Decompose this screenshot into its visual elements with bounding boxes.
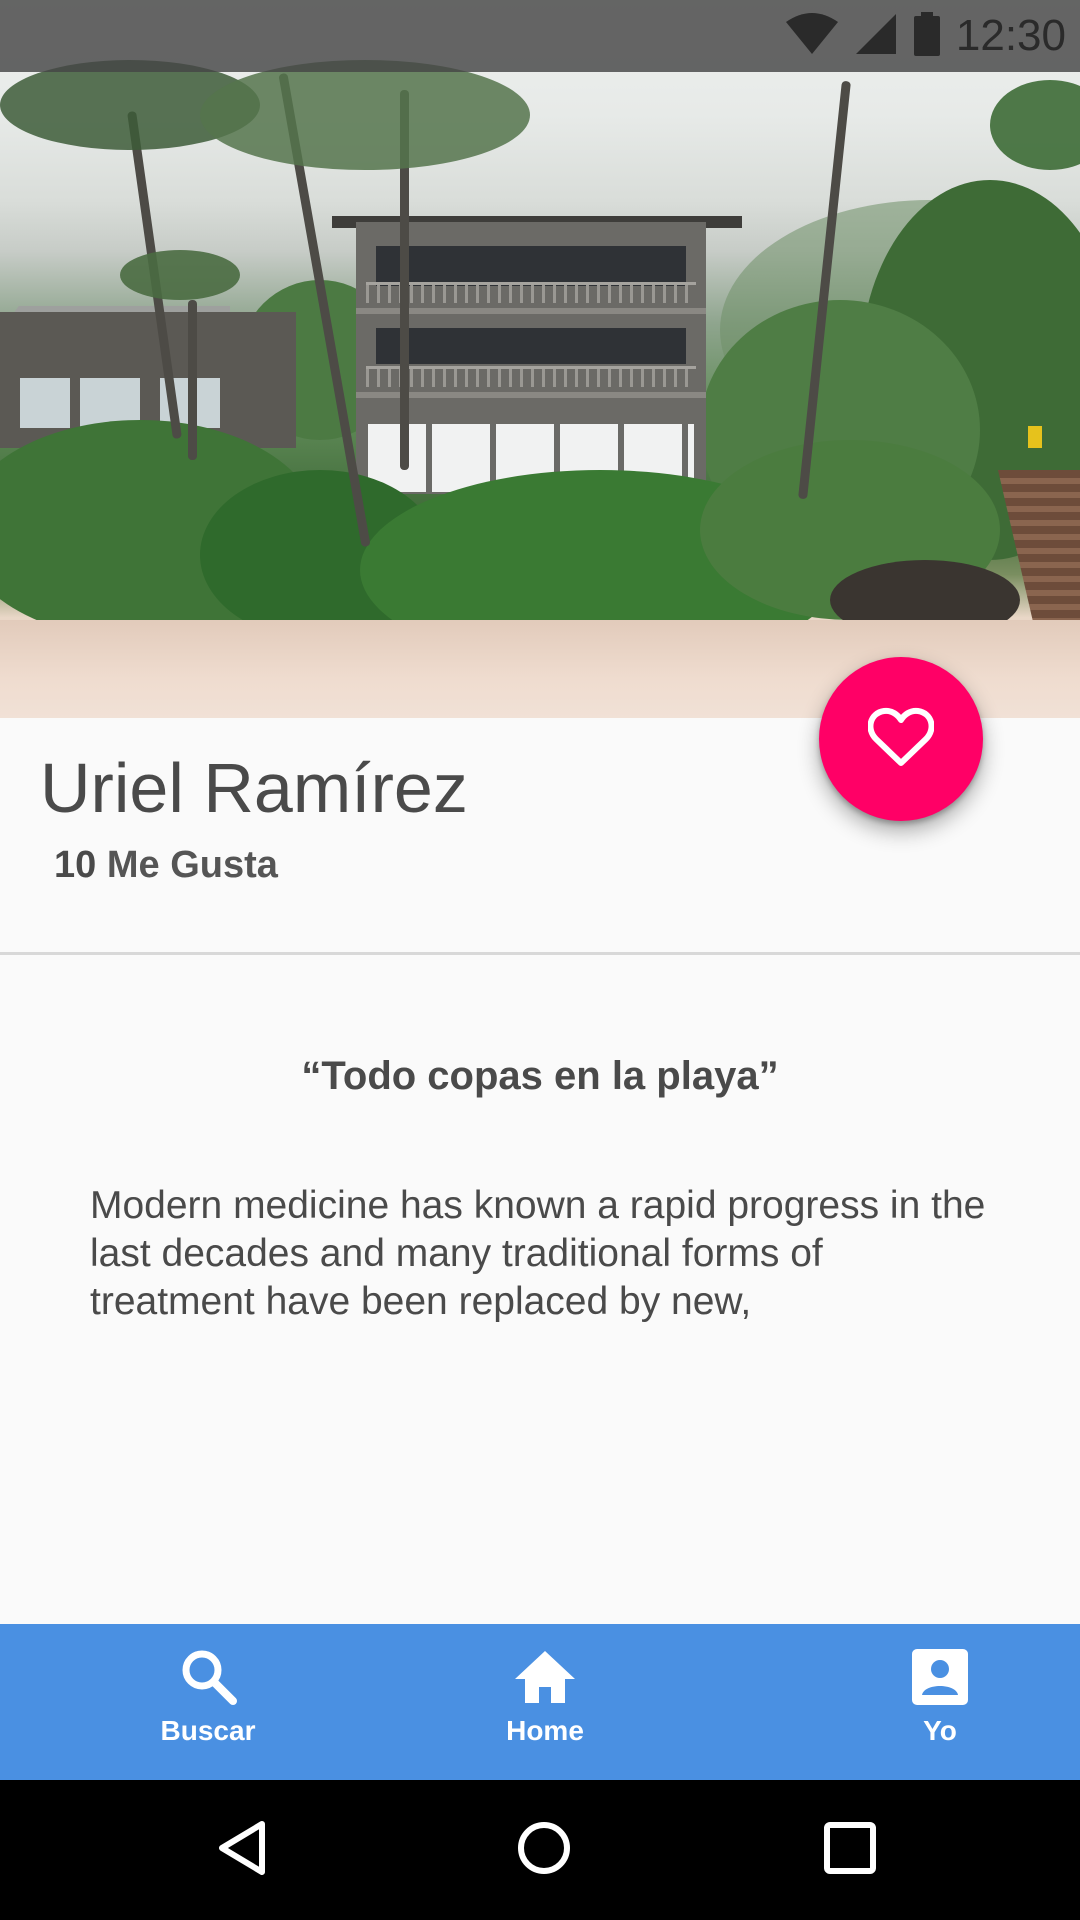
nav-item-yo[interactable]: Yo xyxy=(860,1624,1020,1780)
home-icon xyxy=(513,1649,577,1710)
account-box-icon xyxy=(912,1649,968,1710)
status-time: 12:30 xyxy=(955,11,1066,60)
back-button[interactable] xyxy=(194,1802,290,1898)
nav-item-buscar[interactable]: Buscar xyxy=(128,1624,288,1780)
recents-button[interactable] xyxy=(802,1802,898,1898)
home-circle-icon xyxy=(516,1820,572,1881)
nav-label-home: Home xyxy=(506,1715,584,1746)
nav-label-buscar: Buscar xyxy=(160,1715,256,1746)
back-icon xyxy=(214,1820,270,1881)
profile-name: Uriel Ramírez xyxy=(40,749,468,827)
like-fab-button[interactable] xyxy=(819,657,983,821)
description-text: Modern medicine has known a rapid progre… xyxy=(90,1184,986,1323)
battery-icon xyxy=(914,11,940,61)
recents-icon xyxy=(822,1820,878,1881)
quote-text: “Todo copas en la playa” xyxy=(301,1054,779,1098)
likes-count: 10 xyxy=(54,844,97,886)
hero-image xyxy=(0,0,1080,718)
heart-outline-icon xyxy=(867,707,935,772)
home-system-button[interactable] xyxy=(496,1802,592,1898)
signal-icon xyxy=(856,13,896,59)
nav-item-home[interactable]: Home xyxy=(465,1624,625,1780)
divider xyxy=(0,952,1080,955)
nav-label-yo: Yo xyxy=(923,1715,957,1746)
likes-label: Me Gusta xyxy=(106,844,278,886)
likes-summary: 10 Me Gusta xyxy=(54,842,278,888)
bottom-navigation: Buscar Home Yo xyxy=(0,1624,1080,1780)
system-navigation-bar xyxy=(0,1780,1080,1920)
status-bar: 12:30 xyxy=(0,0,1080,72)
search-icon xyxy=(179,1647,237,1710)
wifi-icon xyxy=(786,12,838,61)
